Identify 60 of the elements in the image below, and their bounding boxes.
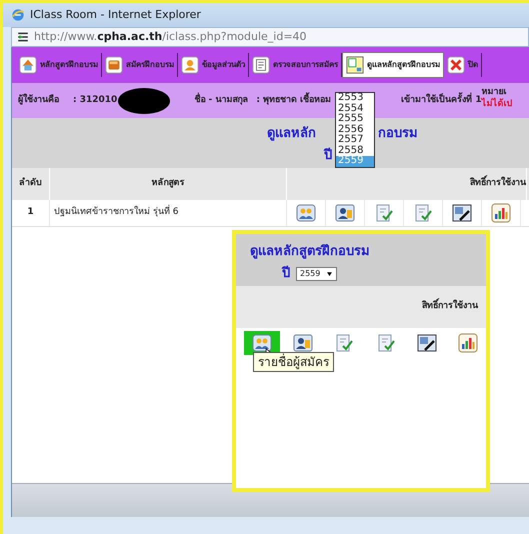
column-header: หลักสูตร bbox=[152, 177, 184, 190]
browser-icon bbox=[11, 8, 25, 22]
year-dropdown-list[interactable]: 2553 2554 2555 2556 2557 2558 2559 bbox=[335, 92, 375, 168]
person-card-icon bbox=[293, 333, 314, 353]
person-icon bbox=[181, 56, 199, 74]
column-header: ลำดับ bbox=[19, 177, 42, 190]
menu-tab[interactable]: หลักสูตรฝึกอบรม bbox=[16, 53, 102, 77]
redaction-mark bbox=[118, 88, 170, 114]
document-check-icon bbox=[376, 333, 396, 353]
year-option[interactable]: 2554 bbox=[336, 104, 374, 114]
warning-text: ไม่ได้เป bbox=[482, 98, 513, 110]
column-header: สิทธิ์การใช้งาน bbox=[422, 300, 478, 314]
url-text: http://www.cpha.ac.th/iclass.php?module_id=40 bbox=[34, 28, 307, 45]
document-check-icon bbox=[334, 333, 354, 353]
menu-tab[interactable]: ตรวจสอบการสมัคร bbox=[249, 53, 342, 77]
people-icon bbox=[296, 203, 316, 223]
year-option[interactable]: 2553 bbox=[336, 93, 374, 104]
user-label: ผู้ใช้งานคือ bbox=[18, 94, 59, 107]
year-label: ปี bbox=[324, 146, 332, 165]
note-text: หมายเ bbox=[482, 86, 508, 98]
page-title: ดูแลหลัก bbox=[267, 125, 316, 143]
document-check-icon bbox=[413, 203, 433, 223]
name-label: ชื่อ - นามสกุล bbox=[194, 94, 248, 107]
tooltip: รายชื่อผู้สมัคร bbox=[253, 352, 334, 372]
year-option[interactable]: 2558 bbox=[336, 146, 374, 156]
year-option[interactable]: 2556 bbox=[336, 124, 374, 135]
page-title: กอบรม bbox=[378, 125, 418, 143]
person-card-icon bbox=[335, 203, 355, 223]
year-option[interactable]: 2557 bbox=[336, 135, 374, 146]
name-value: : พุทธชาด เชื้อหอม bbox=[256, 94, 332, 108]
document-edit-icon bbox=[452, 203, 472, 223]
people-icon bbox=[252, 333, 272, 353]
select-value: 2559 bbox=[300, 268, 320, 280]
bar-chart-icon bbox=[458, 333, 478, 353]
year-select[interactable]: 2559 bbox=[296, 266, 338, 281]
menu-tab[interactable]: สมัครฝึกอบรม bbox=[102, 53, 178, 77]
menu-tab[interactable]: ข้อมูลส่วนตัว bbox=[178, 53, 249, 77]
user-id: : 312010 bbox=[73, 94, 118, 107]
panel-title: ดูแลหลักสูตรฝึกอบรม bbox=[250, 243, 370, 261]
address-bar[interactable]: http://www.cpha.ac.th/iclass.php?module_id=40 bbox=[11, 27, 529, 47]
document-check-icon bbox=[374, 203, 394, 223]
table-cell-text: 1 bbox=[27, 206, 34, 220]
bar-chart-icon bbox=[491, 203, 511, 223]
document-icon bbox=[252, 56, 270, 74]
dropdown-caret-icon bbox=[326, 270, 334, 277]
year-option[interactable]: 2555 bbox=[336, 114, 374, 124]
year-label: ปี bbox=[282, 264, 290, 283]
book-icon bbox=[105, 56, 123, 74]
board-icon bbox=[346, 56, 364, 74]
home-icon bbox=[19, 56, 37, 74]
menu-tab[interactable]: ปิด bbox=[444, 53, 482, 77]
document-edit-icon bbox=[416, 333, 437, 353]
window-title: IClass Room - Internet Explorer bbox=[30, 6, 201, 23]
menu-tab[interactable]: ดูแลหลักสูตรฝึกอบรม bbox=[342, 52, 444, 78]
page-icon bbox=[16, 31, 30, 43]
table-cell: ปฐมนิเทศข้าราชการใหม่ รุ่นที่ 6 bbox=[54, 206, 178, 220]
action-button[interactable] bbox=[244, 331, 280, 355]
close-icon bbox=[447, 56, 465, 74]
visit-count: เข้ามาใช้เป็นครั้งที่ 1 bbox=[401, 94, 482, 108]
column-header: สิทธิ์การใช้งาน bbox=[470, 177, 526, 191]
